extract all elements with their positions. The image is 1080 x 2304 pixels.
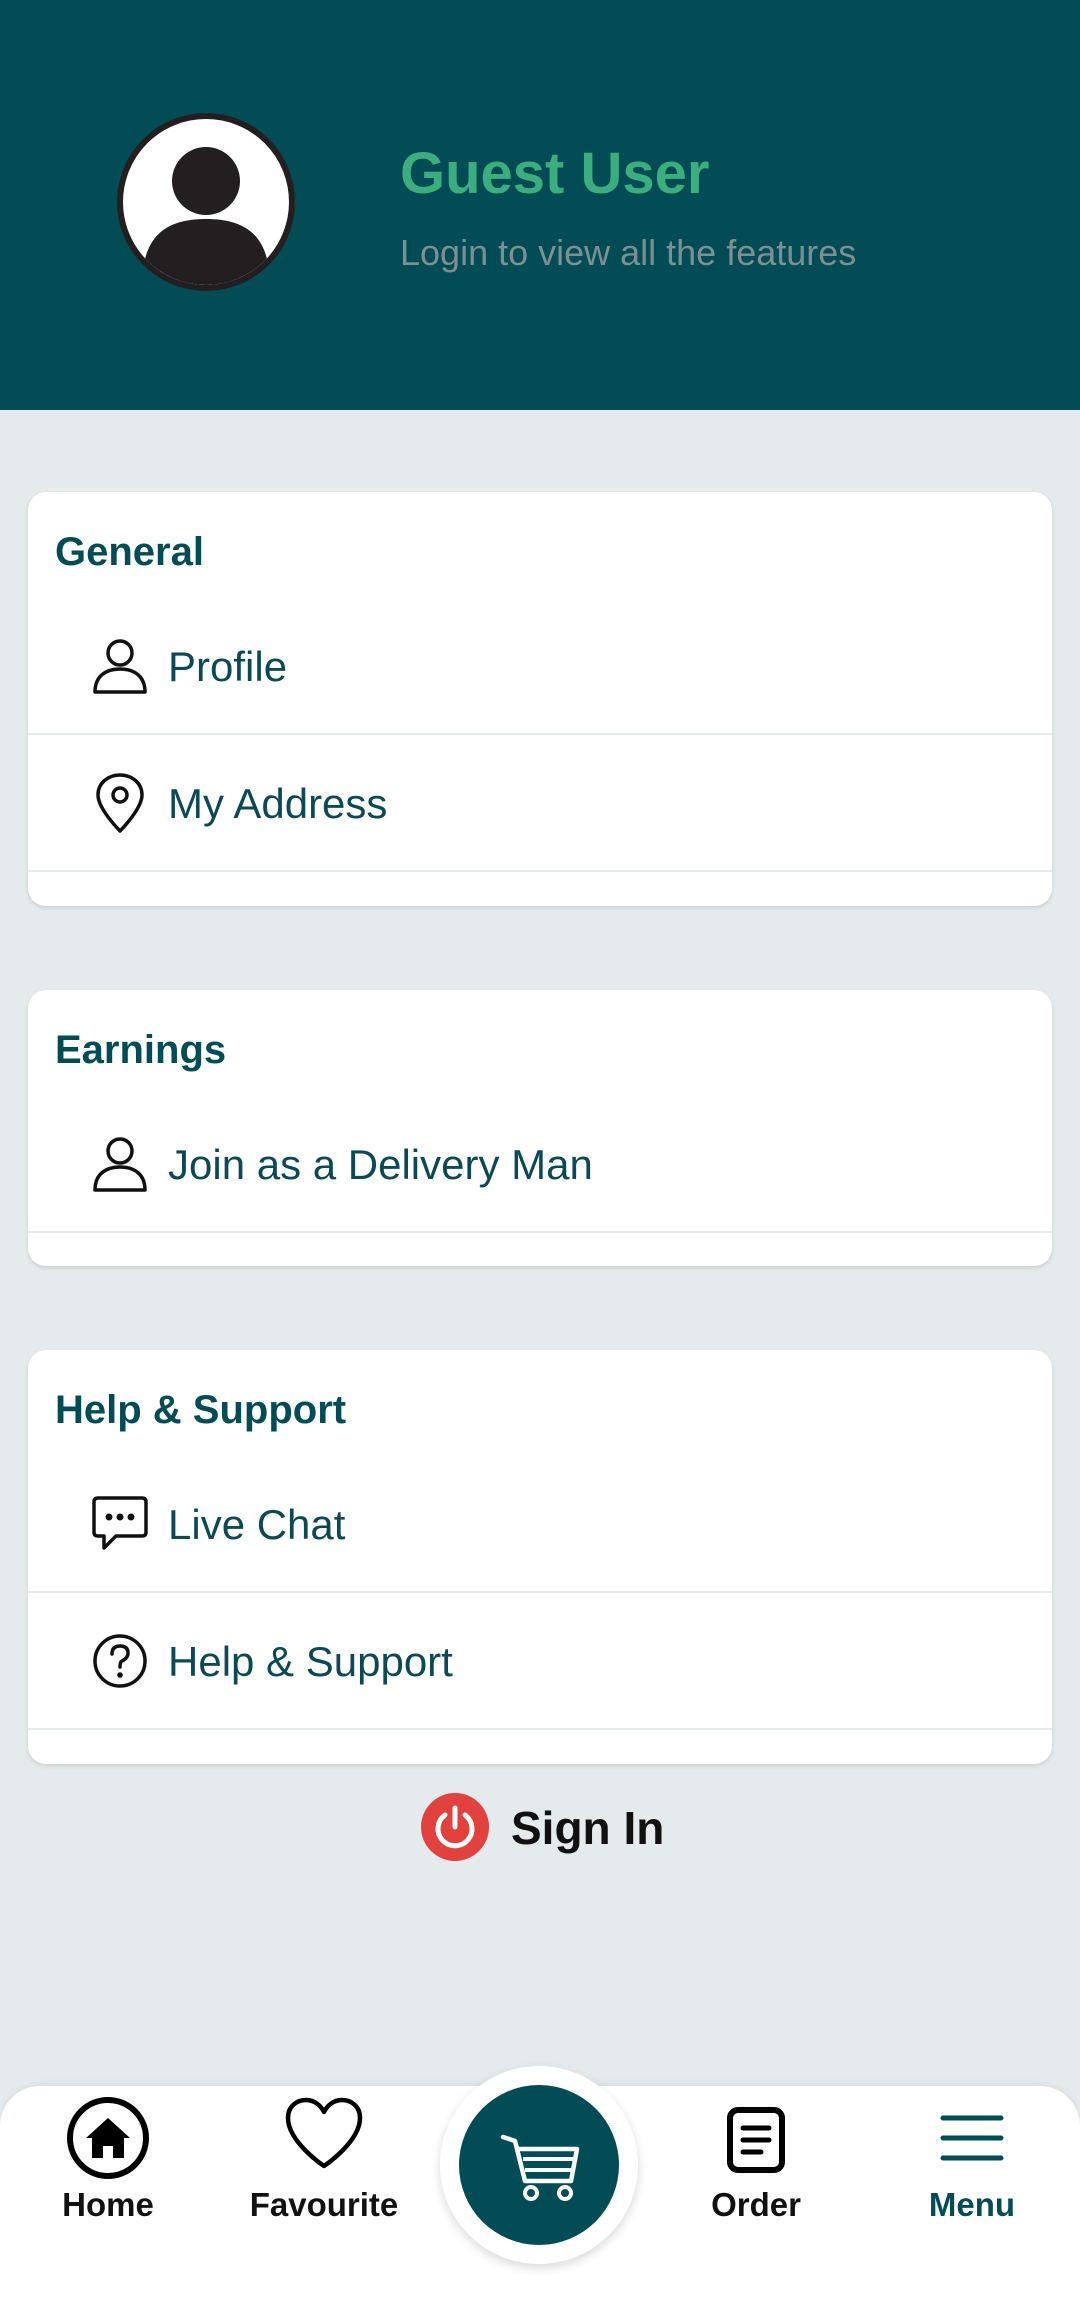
hamburger-menu-icon: [940, 2115, 1004, 2161]
earnings-card: Earnings Join as a Delivery Man: [28, 990, 1052, 1266]
menu-item-join-delivery-man[interactable]: Join as a Delivery Man: [28, 1096, 1052, 1233]
person-icon: [93, 639, 147, 694]
menu-item-label: Join as a Delivery Man: [168, 1141, 593, 1188]
login-hint: Login to view all the features: [400, 232, 857, 273]
general-card: General Profile My Address: [28, 492, 1052, 906]
nav-home-label: Home: [62, 2186, 154, 2223]
order-document-icon: [727, 2107, 785, 2173]
nav-order[interactable]: Order: [666, 2096, 846, 2226]
chat-icon: [92, 1496, 148, 1550]
section-title-help: Help & Support: [55, 1388, 347, 1432]
section-title-general: General: [55, 530, 204, 574]
cart-icon: [500, 2134, 580, 2201]
nav-home[interactable]: Home: [18, 2096, 198, 2226]
nav-favourite[interactable]: Favourite: [234, 2096, 414, 2226]
menu-item-label: Help & Support: [168, 1638, 453, 1685]
user-name: Guest User: [400, 141, 710, 206]
nav-menu[interactable]: Menu: [882, 2096, 1062, 2226]
nav-favourite-label: Favourite: [249, 2186, 399, 2223]
nav-order-label: Order: [711, 2186, 801, 2223]
profile-header: Guest User Login to view all the feature…: [0, 0, 1080, 410]
menu-item-profile[interactable]: Profile: [28, 598, 1052, 735]
menu-item-label: Live Chat: [168, 1501, 346, 1548]
menu-item-help-support[interactable]: Help & Support: [28, 1593, 1052, 1730]
location-pin-icon: [96, 773, 144, 833]
menu-item-my-address[interactable]: My Address: [28, 735, 1052, 872]
home-icon: [67, 2097, 149, 2179]
nav-menu-label: Menu: [928, 2186, 1016, 2223]
help-support-card: Help & Support Live Chat Help & Support: [28, 1350, 1052, 1764]
person-icon: [93, 1137, 147, 1192]
menu-item-label: My Address: [168, 780, 388, 827]
sign-in-label: Sign In: [511, 1802, 665, 1854]
heart-icon: [285, 2097, 363, 2169]
avatar[interactable]: [117, 113, 295, 291]
question-icon: [93, 1634, 147, 1688]
cart-button[interactable]: [459, 2085, 619, 2245]
menu-item-live-chat[interactable]: Live Chat: [28, 1456, 1052, 1593]
power-icon: [421, 1793, 489, 1861]
avatar-person-icon: [145, 147, 267, 285]
menu-item-label: Profile: [168, 643, 288, 690]
section-title-earnings: Earnings: [55, 1028, 227, 1072]
